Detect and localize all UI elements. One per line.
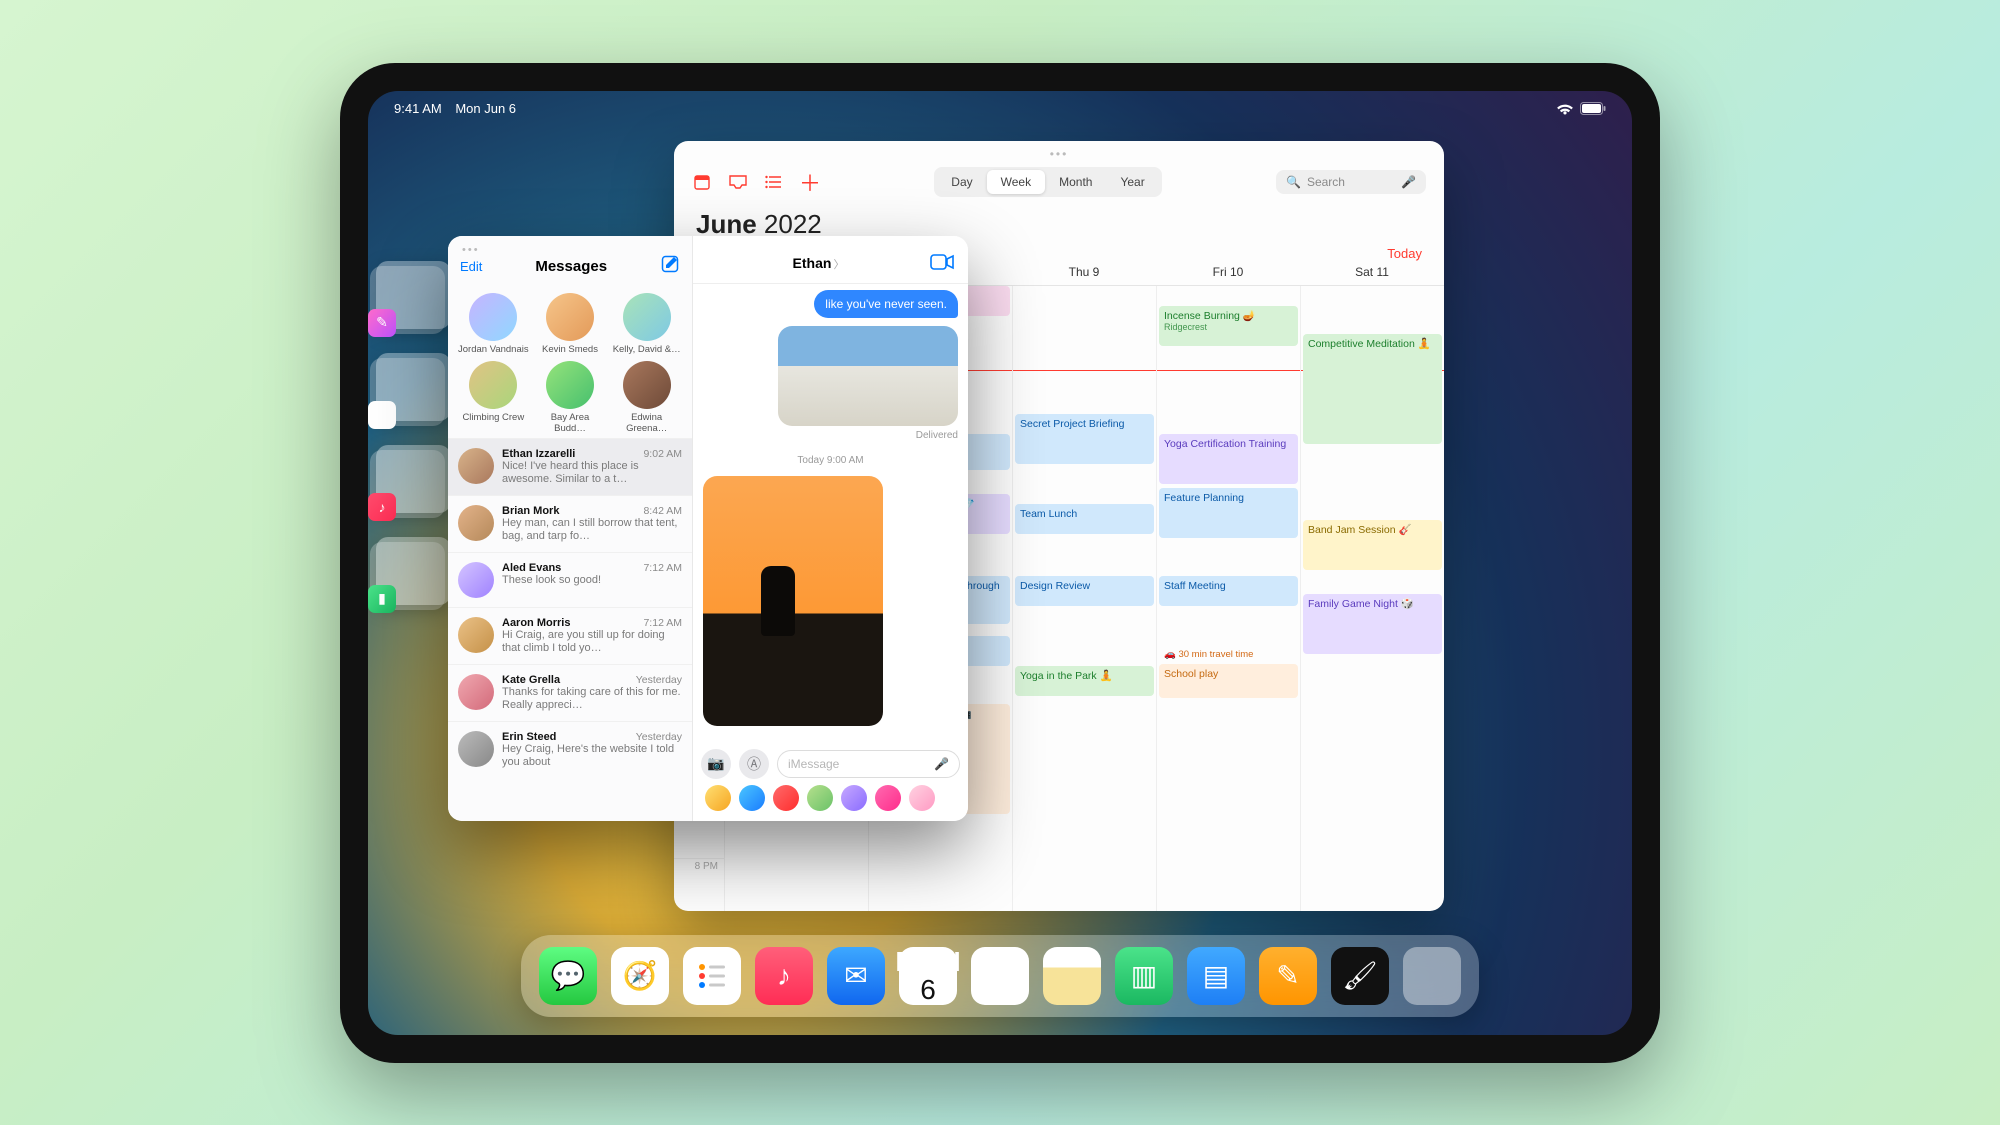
message-input[interactable]: iMessage 🎤 <box>777 750 960 778</box>
calendar-list-icon[interactable] <box>764 172 784 192</box>
photos-icon: ❋ <box>368 401 396 429</box>
calendar-event[interactable]: 🚗 30 min travel time <box>1159 646 1298 662</box>
calendar-event[interactable]: Design Review <box>1015 576 1154 606</box>
numbers-icon: ▮ <box>368 585 396 613</box>
sticker2-app-icon[interactable] <box>841 785 867 811</box>
dock-photos[interactable]: ❋ <box>971 947 1029 1005</box>
dock-reminders[interactable] <box>683 947 741 1005</box>
compose-icon[interactable] <box>660 254 680 279</box>
outgoing-photo[interactable] <box>778 326 958 426</box>
camera-icon[interactable]: 📷 <box>701 749 731 779</box>
calendar-search[interactable]: 🔍 Search 🎤 <box>1276 170 1426 194</box>
pinned-contact[interactable]: Kelly, David &… <box>611 293 682 355</box>
incoming-photo[interactable] <box>703 476 883 726</box>
calendar-title: June 2022 <box>674 207 1444 240</box>
conversation-row[interactable]: Aled Evans7:12 AMThese look so good! <box>448 552 692 607</box>
delivered-label: Delivered <box>916 430 958 441</box>
window-handle-icon[interactable]: ••• <box>462 244 480 256</box>
window-handle-icon[interactable]: ••• <box>1050 147 1069 161</box>
dock-safari[interactable]: 🧭 <box>611 947 669 1005</box>
messages-edit-button[interactable]: Edit <box>460 259 482 274</box>
thread-timestamp: Today 9:00 AM <box>703 455 958 466</box>
dock-calendar[interactable]: MON 6 <box>899 947 957 1005</box>
mic-icon[interactable]: 🎤 <box>1401 175 1416 189</box>
stage-manager-strip: ✎ ❋ ♪ ▮ <box>376 261 451 605</box>
messages-title: Messages <box>535 258 607 275</box>
outgoing-bubble: like you've never seen. <box>814 290 958 318</box>
dock[interactable]: 💬 🧭 ♪ ✉︎ MON 6 ❋ ▥ ▤ ✎ 🖌 <box>521 935 1479 1017</box>
calendar-event[interactable]: Secret Project Briefing <box>1015 414 1154 464</box>
dock-mail[interactable]: ✉︎ <box>827 947 885 1005</box>
calendar-event[interactable]: Yoga in the Park 🧘 <box>1015 666 1154 696</box>
conversation-row[interactable]: Aaron Morris7:12 AMHi Craig, are you sti… <box>448 607 692 664</box>
calendar-event[interactable]: Band Jam Session 🎸 <box>1303 520 1442 570</box>
conversation-row[interactable]: Ethan Izzarelli9:02 AMNice! I've heard t… <box>448 438 692 495</box>
seg-year[interactable]: Year <box>1106 170 1158 194</box>
calendar-event[interactable]: Feature Planning <box>1159 488 1298 538</box>
calendar-event[interactable]: Team Lunch <box>1015 504 1154 534</box>
stack-music[interactable]: ♪ <box>376 445 451 513</box>
pinned-contact[interactable]: Edwina Greena… <box>611 361 682 434</box>
calendar-event[interactable]: School play <box>1159 664 1298 698</box>
dock-recents-folder[interactable] <box>1403 947 1461 1005</box>
memoji-app-icon[interactable] <box>705 785 731 811</box>
search-placeholder: Search <box>1307 175 1345 189</box>
sticker4-app-icon[interactable] <box>909 785 935 811</box>
dock-keynote[interactable]: ▤ <box>1187 947 1245 1005</box>
seg-month[interactable]: Month <box>1045 170 1106 194</box>
message-thread[interactable]: like you've never seen. Delivered Today … <box>693 284 968 745</box>
pinned-contact[interactable]: Jordan Vandnais <box>458 293 529 355</box>
dock-pages[interactable]: ✎ <box>1259 947 1317 1005</box>
audio-app-icon[interactable] <box>773 785 799 811</box>
freeform-icon: ✎ <box>368 309 396 337</box>
search-icon: 🔍 <box>1286 175 1301 189</box>
wifi-icon <box>1556 102 1574 116</box>
dock-notes[interactable] <box>1043 947 1101 1005</box>
stack-numbers[interactable]: ▮ <box>376 537 451 605</box>
dock-music[interactable]: ♪ <box>755 947 813 1005</box>
calendar-event[interactable]: Staff Meeting <box>1159 576 1298 606</box>
calendar-event[interactable]: Incense Burning 🪔Ridgecrest <box>1159 306 1298 346</box>
calendar-add-icon[interactable]: ＋ <box>800 172 820 192</box>
facetime-icon[interactable] <box>930 254 954 275</box>
dock-numbers[interactable]: ▥ <box>1115 947 1173 1005</box>
pinned-contact[interactable]: Climbing Crew <box>458 361 529 434</box>
dock-messages[interactable]: 💬 <box>539 947 597 1005</box>
music-icon: ♪ <box>368 493 396 521</box>
conversation-list[interactable]: Ethan Izzarelli9:02 AMNice! I've heard t… <box>448 438 692 821</box>
conversation-row[interactable]: Erin SteedYesterdayHey Craig, Here's the… <box>448 721 692 778</box>
conversation-row[interactable]: Brian Mork8:42 AMHey man, can I still bo… <box>448 495 692 552</box>
pinned-contact[interactable]: Kevin Smeds <box>535 293 606 355</box>
seg-day[interactable]: Day <box>937 170 986 194</box>
conversation-row[interactable]: Kate GrellaYesterdayThanks for taking ca… <box>448 664 692 721</box>
pinned-contacts: Jordan VandnaisKevin SmedsKelly, David &… <box>448 285 692 438</box>
app-store-icon[interactable]: Ⓐ <box>739 749 769 779</box>
dock-procreate[interactable]: 🖌 <box>1331 947 1389 1005</box>
seg-week[interactable]: Week <box>987 170 1045 194</box>
calendar-event[interactable]: Competitive Meditation 🧘 <box>1303 334 1442 444</box>
sticker3-app-icon[interactable] <box>875 785 901 811</box>
pinned-contact[interactable]: Bay Area Budd… <box>535 361 606 434</box>
thread-contact[interactable]: Ethan〉 <box>793 255 845 273</box>
dictation-icon[interactable]: 🎤 <box>934 757 949 771</box>
calendar-view-segment[interactable]: Day Week Month Year <box>934 167 1161 197</box>
appstore-app-icon[interactable] <box>739 785 765 811</box>
messages-window[interactable]: ••• Edit Messages Jordan VandnaisKevin S… <box>448 236 968 821</box>
imessage-app-row[interactable] <box>701 785 960 811</box>
calendar-today-icon[interactable] <box>692 172 712 192</box>
calendar-event[interactable]: Yoga Certification Training <box>1159 434 1298 484</box>
status-date: Mon Jun 6 <box>455 101 516 116</box>
calendar-event[interactable]: Family Game Night 🎲 <box>1303 594 1442 654</box>
sticker-app-icon[interactable] <box>807 785 833 811</box>
stack-freeform[interactable]: ✎ <box>376 261 451 329</box>
calendar-inbox-icon[interactable] <box>728 172 748 192</box>
status-bar: 9:41 AM Mon Jun 6 <box>368 97 1632 121</box>
stack-photos[interactable]: ❋ <box>376 353 451 421</box>
status-time: 9:41 AM <box>394 101 442 116</box>
battery-icon <box>1580 102 1606 115</box>
